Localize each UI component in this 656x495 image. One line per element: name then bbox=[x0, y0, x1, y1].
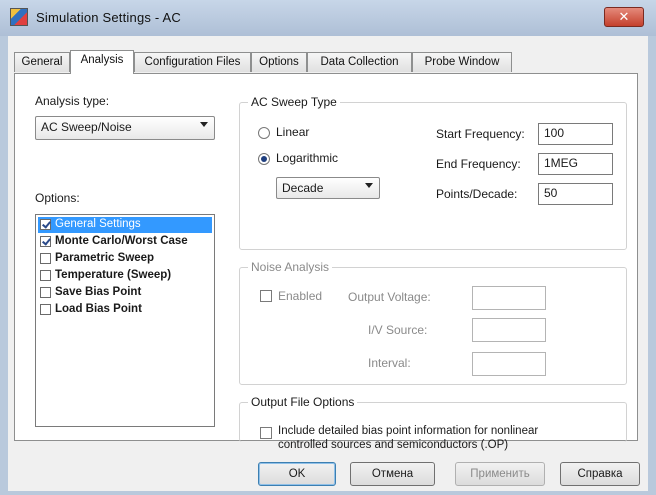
noise-analysis-title: Noise Analysis bbox=[248, 260, 333, 274]
checkbox-icon[interactable] bbox=[40, 236, 51, 247]
noise-enabled-checkbox[interactable] bbox=[260, 290, 272, 302]
checkbox-icon[interactable] bbox=[40, 304, 51, 315]
ok-button[interactable]: OK bbox=[258, 462, 336, 486]
apply-button[interactable]: Применить bbox=[455, 462, 545, 486]
analysis-type-value: AC Sweep/Noise bbox=[41, 120, 132, 134]
tab-configuration-files[interactable]: Configuration Files bbox=[134, 52, 251, 72]
list-item-label: Parametric Sweep bbox=[55, 252, 155, 264]
chevron-down-icon bbox=[200, 122, 208, 127]
end-frequency-input[interactable]: 1MEG bbox=[538, 153, 613, 175]
noise-enabled-label: Enabled bbox=[278, 289, 323, 303]
output-file-title: Output File Options bbox=[248, 395, 358, 409]
iv-source-input[interactable] bbox=[472, 318, 546, 342]
help-button[interactable]: Справка bbox=[560, 462, 640, 486]
tab-analysis[interactable]: Analysis bbox=[70, 50, 134, 74]
log-mode-select[interactable]: Decade bbox=[276, 177, 380, 199]
detailed-bias-checkbox[interactable] bbox=[260, 427, 272, 439]
ac-sweep-title: AC Sweep Type bbox=[248, 95, 340, 109]
list-item-label: Temperature (Sweep) bbox=[55, 269, 172, 281]
checkbox-icon[interactable] bbox=[40, 287, 51, 298]
checkbox-icon[interactable] bbox=[40, 270, 51, 281]
linear-label: Linear bbox=[276, 125, 310, 139]
list-item-label: Monte Carlo/Worst Case bbox=[55, 235, 188, 247]
start-frequency-input[interactable]: 100 bbox=[538, 123, 613, 145]
list-item-label: Load Bias Point bbox=[55, 303, 142, 315]
close-button[interactable]: ✕ bbox=[604, 7, 644, 27]
detailed-bias-label-line2: controlled sources and semiconductors (.… bbox=[278, 439, 509, 451]
output-voltage-label: Output Voltage: bbox=[348, 290, 431, 304]
start-frequency-label: Start Frequency: bbox=[436, 127, 525, 141]
output-voltage-input[interactable] bbox=[472, 286, 546, 310]
option-temperature-sweep[interactable]: Temperature (Sweep) bbox=[38, 268, 212, 284]
cancel-button[interactable]: Отмена bbox=[350, 462, 435, 486]
analysis-panel: Analysis type: AC Sweep/Noise Options: G… bbox=[14, 73, 638, 442]
tab-general[interactable]: General bbox=[14, 52, 70, 72]
window-title: Simulation Settings - AC bbox=[36, 10, 181, 25]
tab-data-collection[interactable]: Data Collection bbox=[307, 52, 412, 72]
options-list[interactable]: General Settings Monte Carlo/Worst Case … bbox=[35, 214, 215, 427]
noise-analysis-group: Noise Analysis Enabled Output Voltage: I… bbox=[239, 260, 627, 385]
checkbox-icon[interactable] bbox=[40, 253, 51, 264]
points-decade-input[interactable]: 50 bbox=[538, 183, 613, 205]
option-monte-carlo[interactable]: Monte Carlo/Worst Case bbox=[38, 234, 212, 250]
list-item-label: General Settings bbox=[55, 218, 141, 230]
logarithmic-label: Logarithmic bbox=[276, 151, 339, 165]
linear-radio[interactable] bbox=[258, 127, 270, 139]
list-item-label: Save Bias Point bbox=[55, 286, 142, 298]
iv-source-label: I/V Source: bbox=[368, 323, 428, 337]
analysis-type-label: Analysis type: bbox=[35, 94, 110, 108]
logarithmic-radio[interactable] bbox=[258, 153, 270, 165]
option-load-bias-point[interactable]: Load Bias Point bbox=[38, 302, 212, 318]
option-save-bias-point[interactable]: Save Bias Point bbox=[38, 285, 212, 301]
log-mode-value: Decade bbox=[282, 181, 324, 195]
interval-label: Interval: bbox=[368, 356, 411, 370]
interval-input[interactable] bbox=[472, 352, 546, 376]
checkbox-icon[interactable] bbox=[40, 219, 51, 230]
title-bar[interactable]: Simulation Settings - AC ✕ bbox=[0, 0, 656, 36]
simulation-settings-window: Simulation Settings - AC ✕ General Analy… bbox=[0, 0, 656, 495]
tab-probe-window[interactable]: Probe Window bbox=[412, 52, 512, 72]
app-icon bbox=[10, 8, 28, 26]
detailed-bias-label-line1: Include detailed bias point information … bbox=[278, 425, 539, 437]
tab-options[interactable]: Options bbox=[251, 52, 307, 72]
dialog-content: General Analysis Configuration Files Opt… bbox=[8, 36, 648, 491]
ac-sweep-group: AC Sweep Type Linear Logarithmic Decade … bbox=[239, 95, 627, 250]
option-general-settings[interactable]: General Settings bbox=[38, 217, 212, 233]
option-parametric-sweep[interactable]: Parametric Sweep bbox=[38, 251, 212, 267]
points-decade-label: Points/Decade: bbox=[436, 187, 518, 201]
options-label: Options: bbox=[35, 191, 80, 205]
end-frequency-label: End Frequency: bbox=[436, 157, 521, 171]
analysis-type-select[interactable]: AC Sweep/Noise bbox=[35, 116, 215, 140]
chevron-down-icon bbox=[365, 183, 373, 188]
